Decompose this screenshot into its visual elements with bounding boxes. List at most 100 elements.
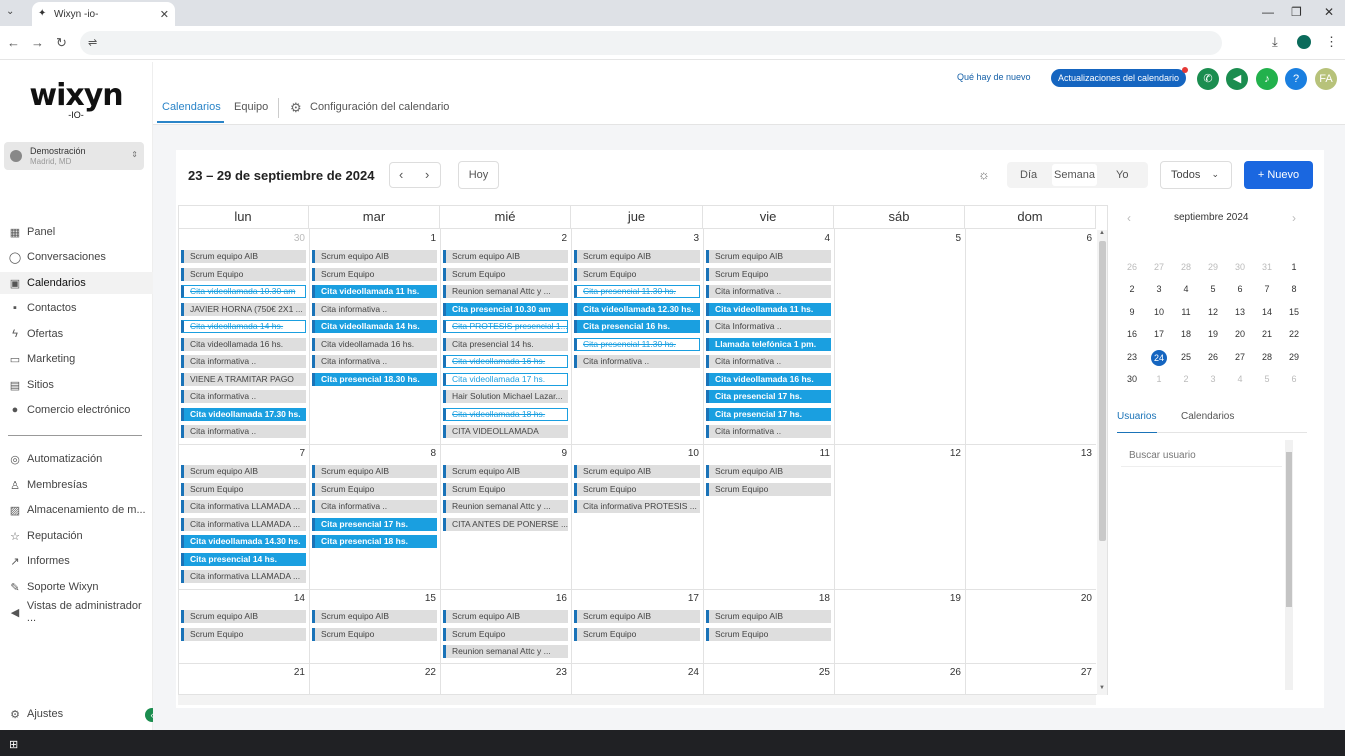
day-number[interactable]: 6 xyxy=(1072,233,1092,244)
tab-calendarios-list[interactable]: Calendarios xyxy=(1181,411,1234,422)
calendar-event[interactable]: Scrum equipo AIB xyxy=(181,250,306,263)
mini-calendar-day[interactable]: 18 xyxy=(1176,327,1196,341)
url-input[interactable]: ⇌ xyxy=(80,31,1222,55)
day-number[interactable]: 11 xyxy=(810,448,830,459)
mini-next-icon[interactable]: › xyxy=(1292,211,1296,225)
filter-select[interactable]: Todos ⌄ xyxy=(1160,161,1232,189)
day-number[interactable]: 16 xyxy=(547,593,567,604)
browser-menu-icon[interactable]: ⋮ xyxy=(1325,34,1338,50)
minimize-icon[interactable]: — xyxy=(1262,5,1274,19)
calendar-event[interactable]: Scrum equipo AIB xyxy=(574,250,700,263)
calendar-event[interactable]: Llamada telefónica 1 pm. xyxy=(706,337,831,351)
calendar-event[interactable]: Cita informativa .. xyxy=(312,500,437,513)
mini-calendar-day[interactable]: 27 xyxy=(1230,350,1250,364)
calendar-event[interactable]: Scrum equipo AIB xyxy=(443,250,568,263)
today-button[interactable]: Hoy xyxy=(458,161,499,189)
day-number[interactable]: 18 xyxy=(810,593,830,604)
mini-calendar-day[interactable]: 24 xyxy=(1151,350,1167,366)
day-number[interactable]: 12 xyxy=(941,448,961,459)
download-icon[interactable]: ⤓ xyxy=(1272,34,1278,50)
logo[interactable]: wixyn -IO- xyxy=(26,80,126,121)
grid-horizontal-scrollbar[interactable] xyxy=(178,695,1096,705)
calendar-event[interactable]: Cita informativa LLAMADA ... xyxy=(181,570,306,583)
calendar-event[interactable]: Cita videollamada 14.30 hs. xyxy=(181,535,306,548)
sidebar-item-contactos[interactable]: ▪ Contactos xyxy=(0,297,153,319)
chevron-left-icon[interactable]: ‹ xyxy=(399,167,403,182)
calendar-event[interactable]: Cita presencial 17 hs. xyxy=(312,517,437,531)
mini-calendar-day[interactable]: 2 xyxy=(1122,282,1142,296)
calendar-event[interactable]: Scrum Equipo xyxy=(443,267,568,281)
reload-icon[interactable]: ↻ xyxy=(56,35,67,51)
sidebar-item-ofertas[interactable]: ϟ Ofertas xyxy=(0,323,153,345)
calendar-event[interactable]: Cita videollamada 16 hs. xyxy=(181,337,306,351)
windows-start-icon[interactable]: ⊞ xyxy=(9,738,18,751)
sidebar-item-sitios[interactable]: ▤ Sitios xyxy=(0,374,153,396)
day-number[interactable]: 7 xyxy=(285,448,305,459)
calendar-event[interactable]: Scrum equipo AIB xyxy=(574,610,700,623)
mini-calendar-day[interactable]: 5 xyxy=(1257,372,1277,386)
day-number[interactable]: 15 xyxy=(416,593,436,604)
day-number[interactable]: 27 xyxy=(1072,667,1092,678)
calendar-event[interactable]: Cita videollamada 11 hs. xyxy=(706,302,831,316)
day-number[interactable]: 9 xyxy=(547,448,567,459)
calendar-event[interactable]: Cita presencial 17 hs. xyxy=(706,390,831,403)
calendar-event[interactable]: CITA VIDEOLLAMADA xyxy=(443,425,568,438)
calendar-event[interactable]: Cita informativa .. xyxy=(706,425,831,438)
calendar-event[interactable]: Cita videollamada 14 hs. xyxy=(312,320,437,333)
bell-icon[interactable]: ♪ xyxy=(1256,68,1278,90)
tab-menu-icon[interactable]: ⌄ xyxy=(6,6,14,17)
mini-calendar-day[interactable]: 21 xyxy=(1257,327,1277,341)
new-event-button[interactable]: + Nuevo xyxy=(1244,161,1313,189)
calendar-event[interactable]: Cita informativa .. xyxy=(312,355,437,368)
day-number[interactable]: 23 xyxy=(547,667,567,678)
mini-calendar-day[interactable]: 6 xyxy=(1230,282,1250,296)
calendar-event[interactable]: Reunion semanal Attc y ... xyxy=(443,645,568,658)
mini-calendar-day[interactable]: 1 xyxy=(1149,372,1169,386)
mini-calendar-day[interactable]: 10 xyxy=(1149,305,1169,319)
help-icon[interactable]: ? xyxy=(1285,68,1307,90)
calendar-event[interactable]: Cita videollamada 14 hs. xyxy=(181,320,306,333)
mini-calendar-day[interactable]: 31 xyxy=(1257,260,1277,274)
close-window-icon[interactable]: ✕ xyxy=(1324,5,1334,19)
sidebar-item-informes[interactable]: ↗ Informes xyxy=(0,550,153,572)
account-switcher[interactable]: Demostración Madrid, MD ⇕ xyxy=(4,142,144,170)
browser-tab[interactable]: ✦ Wixyn -io- ✕ xyxy=(32,2,175,26)
day-number[interactable]: 3 xyxy=(679,233,699,244)
phone-icon[interactable]: ✆ xyxy=(1197,68,1219,90)
day-number[interactable]: 20 xyxy=(1072,593,1092,604)
mini-calendar-day[interactable]: 16 xyxy=(1122,327,1142,341)
mini-calendar-day[interactable]: 30 xyxy=(1122,372,1142,386)
day-number[interactable]: 30 xyxy=(285,233,305,244)
calendar-event[interactable]: Scrum equipo AIB xyxy=(312,465,437,478)
sidebar-item-settings[interactable]: ⚙ Ajustes xyxy=(0,703,153,725)
mini-calendar-day[interactable]: 17 xyxy=(1149,327,1169,341)
calendar-event[interactable]: Scrum equipo AIB xyxy=(181,610,306,623)
mini-calendar-day[interactable]: 28 xyxy=(1257,350,1277,364)
view-week-button[interactable]: Semana xyxy=(1052,164,1097,186)
sidebar-item-panel[interactable]: ▦ Panel xyxy=(0,221,153,243)
tab-close-icon[interactable]: ✕ xyxy=(160,8,169,21)
calendar-event[interactable]: Cita informativa .. xyxy=(574,355,700,368)
day-number[interactable]: 1 xyxy=(416,233,436,244)
calendar-event[interactable]: Cita videollamada 16 hs. xyxy=(312,337,437,351)
sidebar-item-reputación[interactable]: ☆ Reputación xyxy=(0,525,153,547)
maximize-icon[interactable]: ❐ xyxy=(1291,5,1302,19)
day-number[interactable]: 8 xyxy=(416,448,436,459)
calendar-event[interactable]: Scrum Equipo xyxy=(181,482,306,496)
mini-calendar-day[interactable]: 5 xyxy=(1203,282,1223,296)
calendar-event[interactable]: Cita videollamada 16 hs. xyxy=(443,355,568,368)
day-number[interactable]: 24 xyxy=(679,667,699,678)
view-me-button[interactable]: Yo xyxy=(1116,169,1128,181)
mini-prev-icon[interactable]: ‹ xyxy=(1127,211,1131,225)
mini-calendar-day[interactable]: 27 xyxy=(1149,260,1169,274)
calendar-event[interactable]: Scrum equipo AIB xyxy=(181,465,306,478)
calendar-event[interactable]: Scrum equipo AIB xyxy=(312,250,437,263)
search-user-input[interactable]: Buscar usuario xyxy=(1121,445,1282,467)
mini-calendar-day[interactable]: 3 xyxy=(1149,282,1169,296)
calendar-event[interactable]: Scrum Equipo xyxy=(181,267,306,281)
mini-calendar-day[interactable]: 12 xyxy=(1203,305,1223,319)
calendar-event[interactable]: Cita informativa .. xyxy=(312,302,437,316)
calendar-event[interactable]: Scrum equipo AIB xyxy=(706,250,831,263)
site-info-icon[interactable]: ⇌ xyxy=(88,36,97,49)
browser-profile-icon[interactable] xyxy=(1297,35,1311,49)
